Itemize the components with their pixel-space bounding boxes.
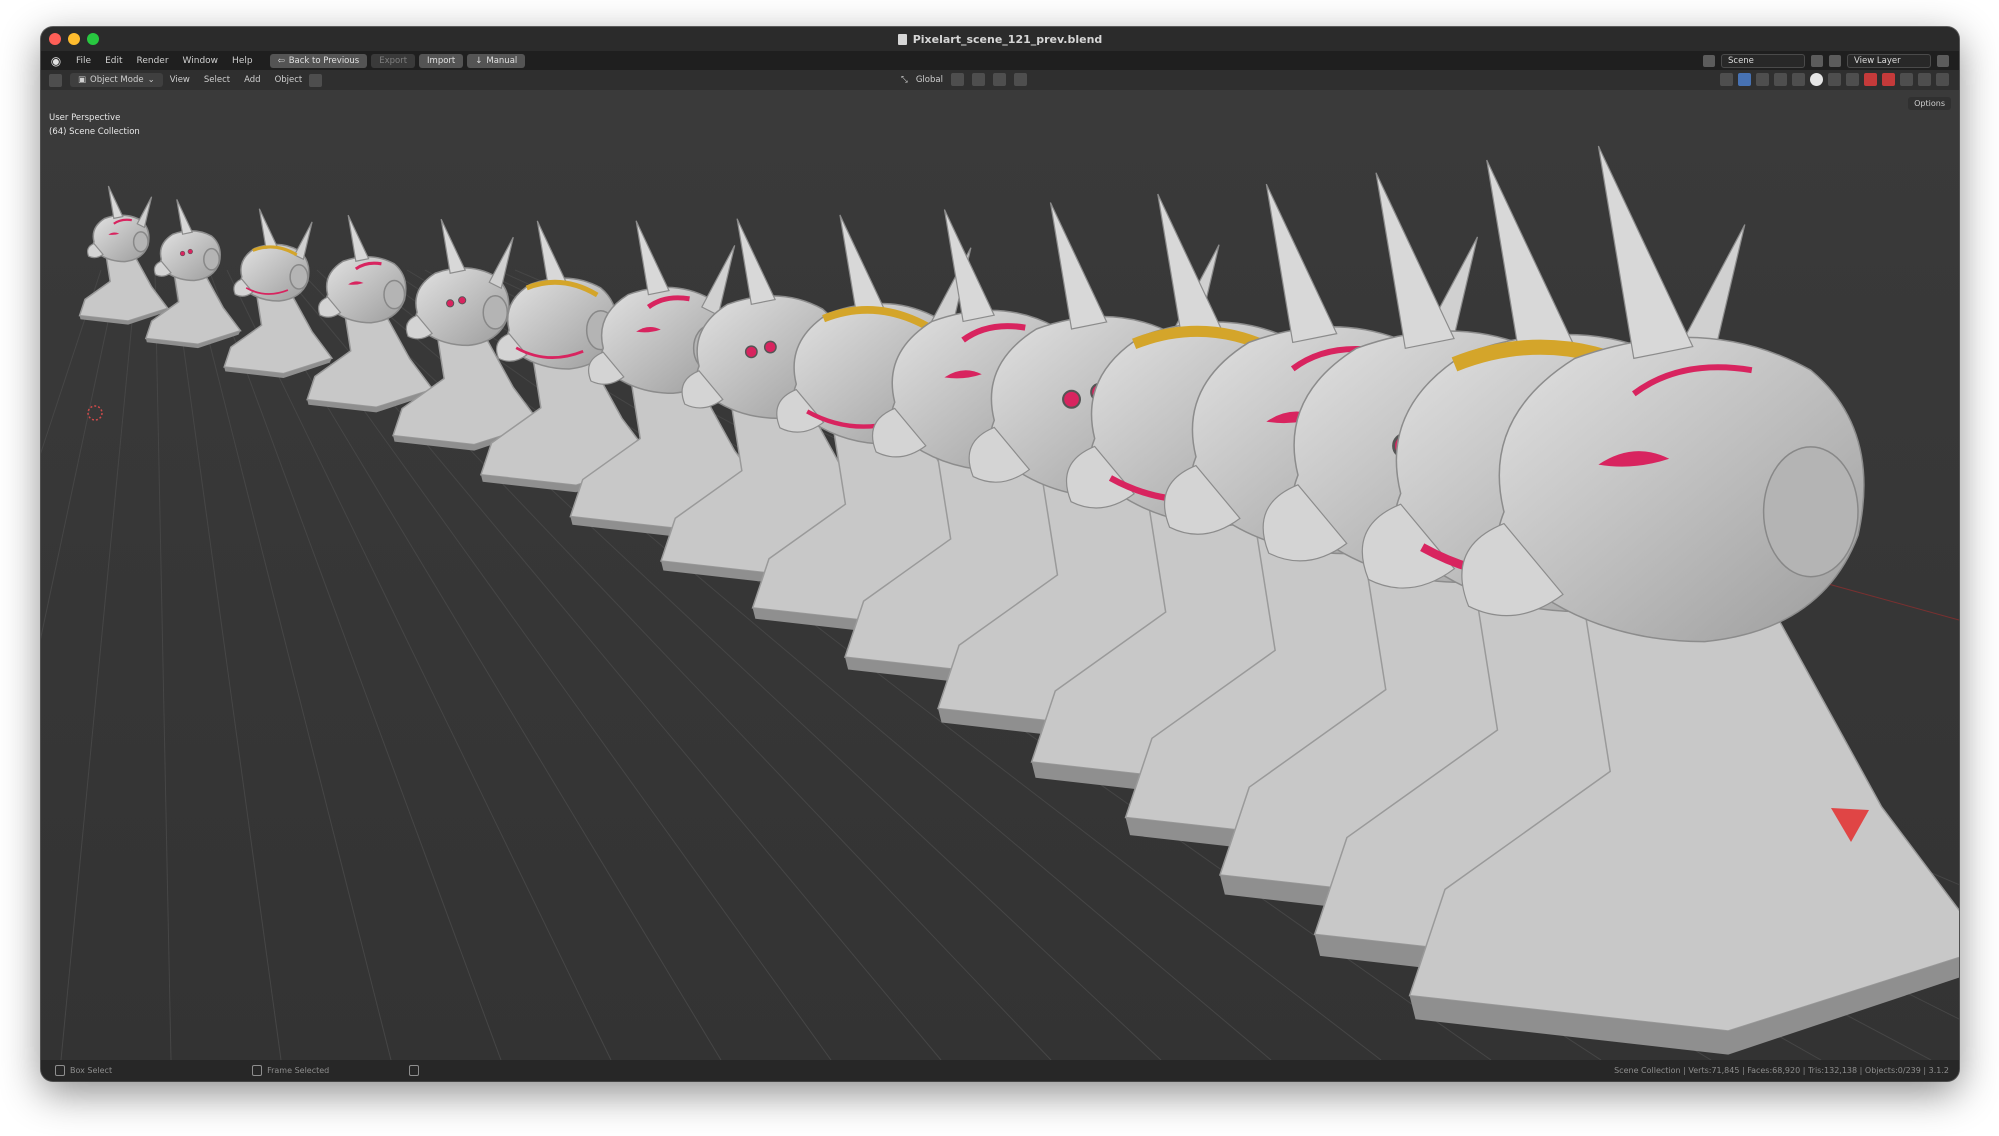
new-view-layer-icon[interactable] [1937, 54, 1949, 67]
file-icon [897, 33, 907, 45]
viewport-header: ▣ Object Mode ⌄ View Select Add Object ⤡… [41, 70, 1959, 90]
rendered-shading-icon[interactable] [1846, 73, 1859, 86]
title-bar: Pixelart_scene_121_prev.blend [41, 27, 1959, 51]
gizmo-icon[interactable] [1738, 73, 1751, 86]
visibility-icon[interactable] [1720, 73, 1733, 86]
render-icon[interactable] [1936, 73, 1949, 86]
solid-shading-icon[interactable] [1810, 73, 1823, 86]
proportional-edit-icon[interactable] [1013, 73, 1027, 86]
snap-icon[interactable] [971, 73, 985, 86]
frame-selected-hint: Frame Selected [252, 1065, 329, 1076]
editor-type-icon[interactable] [49, 73, 62, 87]
mode-dropdown[interactable]: ▣ Object Mode ⌄ [70, 73, 163, 87]
overlay-icon[interactable] [1756, 73, 1769, 86]
cursor-icon[interactable] [1918, 73, 1931, 86]
menu-render[interactable]: Render [130, 56, 176, 66]
gizmo-toggle-icon[interactable] [309, 73, 323, 87]
scene-field[interactable]: Scene [1721, 53, 1805, 68]
orientation-dropdown[interactable]: Global [916, 75, 943, 85]
scene-icon[interactable] [1703, 54, 1715, 67]
snap-target-icon[interactable] [992, 73, 1006, 86]
manual-button[interactable]: ↓ Manual [467, 53, 526, 68]
viewport-scene [41, 90, 1959, 1060]
scene-controls: Scene View Layer [1703, 53, 1949, 68]
header-select[interactable]: Select [197, 75, 237, 85]
header-view[interactable]: View [163, 75, 197, 85]
xray-icon[interactable] [1774, 73, 1787, 86]
menu-edit[interactable]: Edit [98, 56, 129, 66]
download-icon: ↓ [475, 55, 483, 66]
shading-tools [1720, 73, 1949, 86]
options-button[interactable]: Options [1908, 97, 1951, 110]
material-shading-icon[interactable] [1828, 73, 1841, 86]
view-layer-field[interactable]: View Layer [1847, 53, 1931, 68]
collection-label: (64) Scene Collection [49, 127, 140, 137]
menu-file[interactable]: File [69, 56, 98, 66]
blender-logo-icon[interactable]: ◉ [49, 54, 63, 68]
close-window-button[interactable] [49, 33, 61, 45]
eye-icon[interactable] [1900, 73, 1913, 86]
back-to-previous-button[interactable]: ⇦ Back to Previous [269, 53, 368, 68]
header-add[interactable]: Add [237, 75, 267, 85]
orientation-icon: ⤡ [901, 74, 908, 85]
menu-window[interactable]: Window [176, 56, 226, 66]
pivot-icon[interactable] [950, 73, 964, 86]
status-bar: Box Select Frame Selected Scene Collecti… [41, 1060, 1959, 1081]
export-button[interactable]: Export [371, 53, 416, 68]
chevron-down-icon: ⌄ [147, 75, 155, 85]
new-scene-icon[interactable] [1811, 54, 1823, 67]
mouse-left-icon [55, 1065, 65, 1076]
object-mode-icon: ▣ [78, 75, 87, 85]
box-select-hint: Box Select [55, 1065, 112, 1076]
window-title: Pixelart_scene_121_prev.blend [912, 32, 1103, 46]
file-actions: ⇦ Back to Previous Export Import ↓ Manua… [269, 53, 530, 68]
window-controls [49, 33, 99, 45]
perspective-label: User Perspective [49, 113, 121, 123]
transform-tools: ⤡ Global [901, 73, 1027, 86]
import-button[interactable]: Import [419, 53, 464, 68]
mouse-middle-icon [252, 1065, 263, 1076]
view-layer-icon[interactable] [1829, 54, 1841, 67]
3d-viewport[interactable]: User Perspective (64) Scene Collection O… [41, 90, 1959, 1060]
top-menubar: ◉ File Edit Render Window Help ⇦ Back to… [41, 51, 1959, 70]
wireframe-shading-icon[interactable] [1792, 73, 1805, 86]
menu-help[interactable]: Help [225, 56, 260, 66]
back-icon: ⇦ [277, 55, 285, 66]
record-icon[interactable] [1864, 73, 1877, 86]
context-menu-hint [409, 1065, 420, 1076]
camera-icon[interactable] [1882, 73, 1895, 86]
minimize-window-button[interactable] [68, 33, 80, 45]
mouse-right-icon [409, 1065, 420, 1076]
maximize-window-button[interactable] [87, 33, 99, 45]
blender-window: Pixelart_scene_121_prev.blend ◉ File Edi… [41, 27, 1959, 1081]
header-object[interactable]: Object [268, 75, 310, 85]
scene-stats: Scene Collection | Verts:71,845 | Faces:… [1614, 1066, 1949, 1075]
